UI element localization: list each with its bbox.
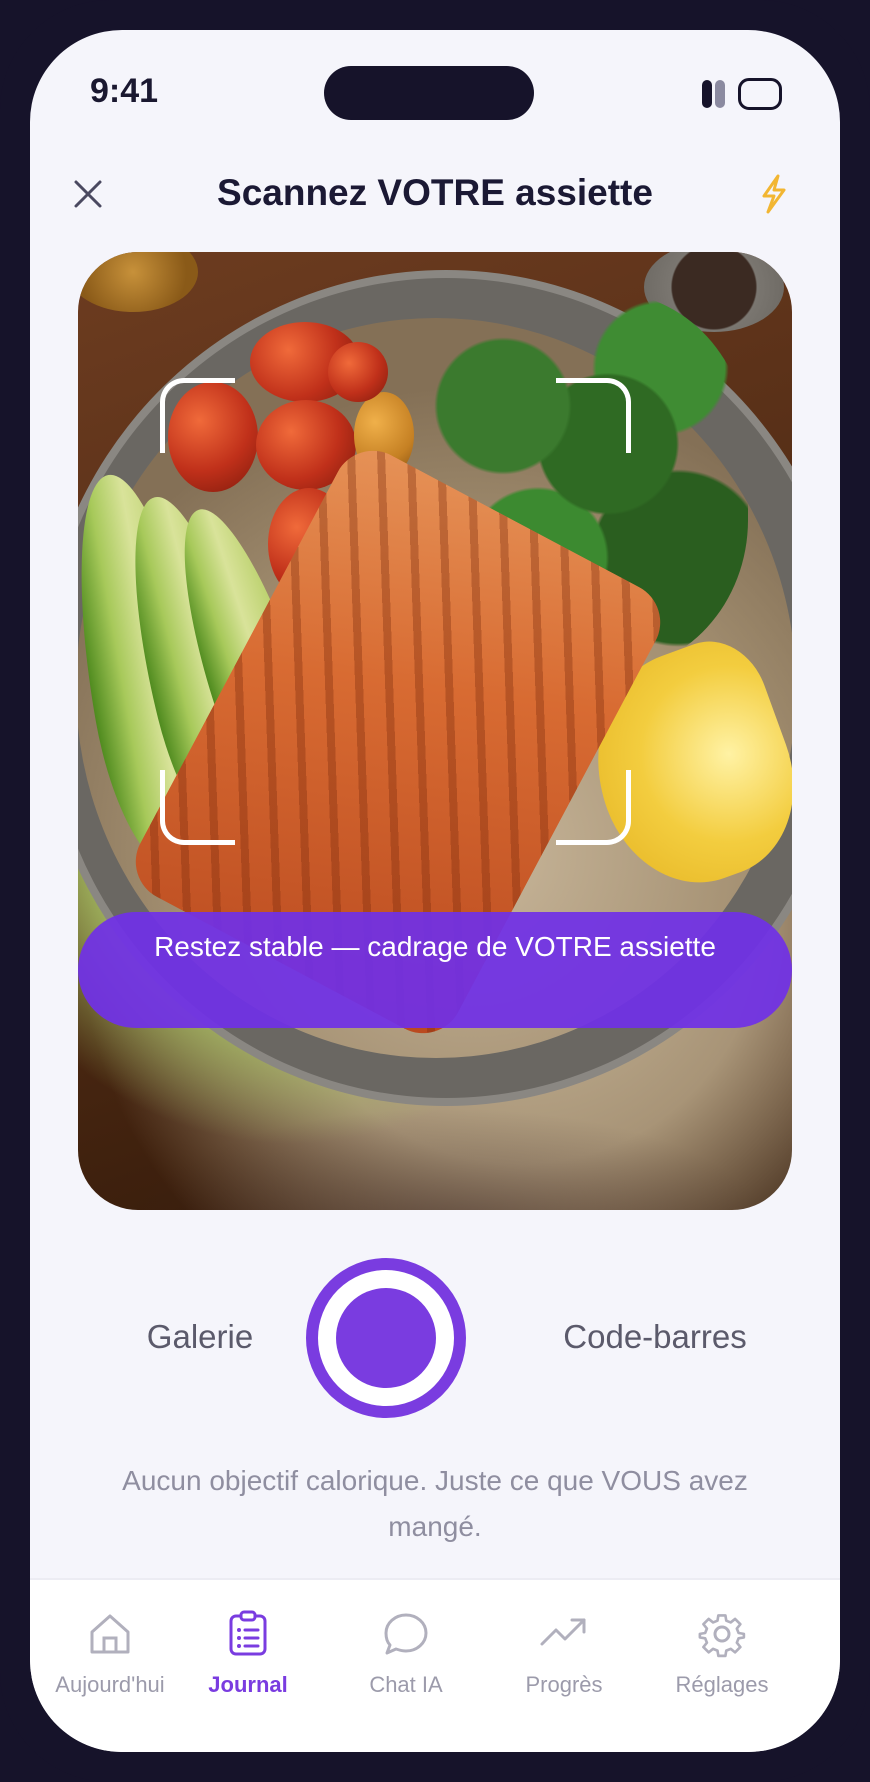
flash-button[interactable] — [754, 172, 794, 216]
tab-label: Progrès — [525, 1672, 603, 1697]
tab-label: Chat IA — [369, 1672, 443, 1697]
chat-bubble-icon — [384, 1613, 428, 1655]
tab-today[interactable]: Aujourd'hui — [30, 1608, 190, 1698]
info-note: Aucun objectif calorique. Juste ce que V… — [122, 1465, 748, 1542]
capture-controls: Galerie Code-barres — [30, 1258, 840, 1428]
tab-chat[interactable]: Chat IA — [326, 1608, 486, 1698]
tab-label: Aujourd'hui — [55, 1672, 165, 1697]
hint-banner: Restez stable — cadrage de VOTRE assiett… — [78, 912, 792, 1028]
dynamic-island — [324, 66, 534, 120]
gear-icon — [698, 1614, 746, 1658]
shutter-core — [336, 1288, 436, 1388]
tab-label: Réglages — [675, 1672, 769, 1697]
frame-corner-bottom-right — [556, 770, 631, 845]
trend-up-icon — [540, 1618, 586, 1646]
header: Scannez VOTRE assiette — [30, 162, 840, 232]
tomato — [328, 342, 388, 402]
page-title: Scannez VOTRE assiette — [217, 172, 653, 213]
camera-preview[interactable]: Restez stable — cadrage de VOTRE assiett… — [78, 252, 792, 1210]
oil-jar — [78, 252, 198, 312]
gallery-button[interactable]: Galerie — [110, 1318, 290, 1356]
flash-icon — [762, 174, 786, 214]
barcode-button[interactable]: Code-barres — [540, 1318, 770, 1356]
frame-corner-top-left — [160, 378, 235, 453]
tab-label: Journal — [208, 1672, 288, 1697]
screen: 9:41 Scannez VOTRE assiette Restez stabl… — [30, 30, 840, 1752]
battery-icon — [738, 78, 782, 110]
tab-bar: Aujourd'hui Journal Chat IA Progrès Régl… — [30, 1578, 840, 1752]
phone-frame: 9:41 Scannez VOTRE assiette Restez stabl… — [0, 0, 870, 1782]
tab-settings[interactable]: Réglages — [642, 1608, 802, 1698]
clipboard-icon — [229, 1610, 267, 1656]
home-icon — [90, 1614, 130, 1654]
shutter-button[interactable] — [306, 1258, 466, 1418]
frame-corner-top-right — [556, 378, 631, 453]
status-time: 9:41 — [90, 72, 159, 110]
tab-progress[interactable]: Progrès — [484, 1608, 644, 1698]
tab-journal[interactable]: Journal — [168, 1608, 328, 1698]
frame-corner-bottom-left — [160, 770, 235, 845]
